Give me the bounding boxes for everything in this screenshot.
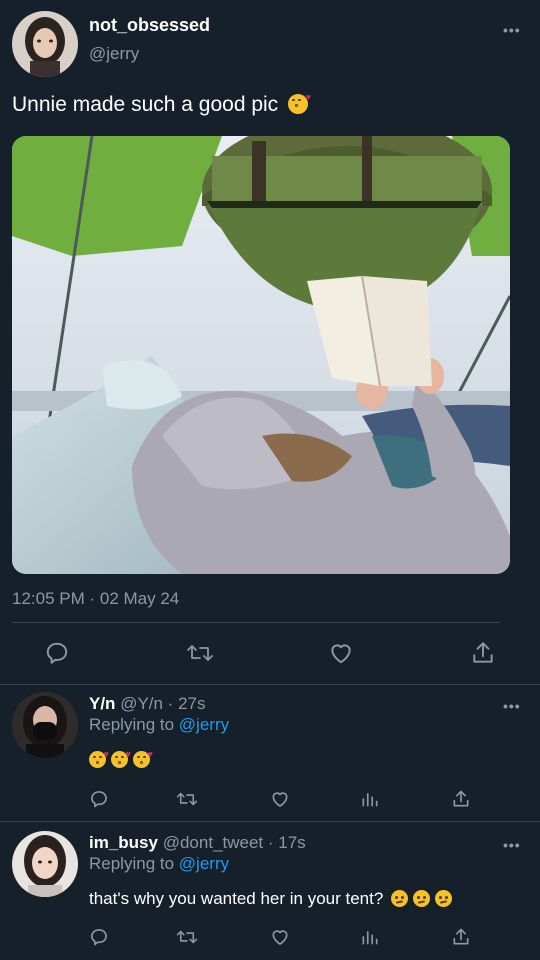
tweet-timestamp[interactable]: 12:05 PM · 02 May 24 <box>12 589 179 609</box>
retweet-icon[interactable] <box>176 789 198 809</box>
face-blowing-a-kiss-icon: ♥ <box>89 750 109 768</box>
confused-face-icon <box>413 890 431 907</box>
face-blowing-a-kiss-icon: ♥ <box>133 750 153 768</box>
reply-header: im_busy @dont_tweet · 17s <box>89 833 306 853</box>
more-options-icon[interactable]: ••• <box>503 698 521 714</box>
reply-icon[interactable] <box>89 789 109 809</box>
replying-to-handle[interactable]: @jerry <box>179 854 229 873</box>
share-icon[interactable] <box>451 789 471 809</box>
replying-to: Replying to @jerry <box>89 715 229 735</box>
tweet-text: Unnie made such a good pic <box>12 93 279 116</box>
author-handle[interactable]: @jerry <box>89 44 139 64</box>
replying-to: Replying to @jerry <box>89 854 229 874</box>
more-options-icon[interactable]: ••• <box>503 837 521 853</box>
author-display-name[interactable]: not_obsessed <box>89 15 210 36</box>
reply-icon[interactable] <box>89 927 109 947</box>
tweet-text-row: Unnie made such a good pic ♥ <box>12 93 313 117</box>
like-icon[interactable] <box>270 789 290 809</box>
retweet-icon[interactable] <box>176 927 198 947</box>
retweet-icon[interactable] <box>186 640 214 666</box>
reply-avatar[interactable] <box>12 692 78 758</box>
reply-avatar[interactable] <box>12 831 78 897</box>
face-blowing-a-kiss-icon: ♥ <box>288 93 311 114</box>
reply-emojis: ♥ ♥ ♥ <box>89 750 155 770</box>
analytics-icon[interactable] <box>360 927 380 947</box>
replying-to-label: Replying to <box>89 854 175 873</box>
confused-face-icon <box>391 890 409 907</box>
face-blowing-a-kiss-icon: ♥ <box>111 750 131 768</box>
like-icon[interactable] <box>328 640 354 666</box>
confused-face-icon <box>435 890 453 907</box>
reply-display-name[interactable]: Y/n <box>89 694 115 713</box>
replying-to-handle[interactable]: @jerry <box>179 715 229 734</box>
share-icon[interactable] <box>451 927 471 947</box>
author-avatar[interactable] <box>12 11 78 77</box>
like-icon[interactable] <box>270 927 290 947</box>
replying-to-label: Replying to <box>89 715 175 734</box>
more-options-icon[interactable]: ••• <box>503 22 521 38</box>
reply-text-row: that's why you wanted her in your tent? <box>89 889 457 909</box>
section-divider <box>0 821 540 822</box>
share-icon[interactable] <box>470 640 496 666</box>
reply-display-name[interactable]: im_busy <box>89 833 158 852</box>
section-divider <box>0 684 540 685</box>
reply-icon[interactable] <box>44 640 70 666</box>
reply-handle-time[interactable]: @dont_tweet · 17s <box>163 833 306 852</box>
reply-text: that's why you wanted her in your tent? <box>89 889 384 908</box>
tweet-photo[interactable] <box>12 136 510 574</box>
timestamp-divider <box>12 622 500 623</box>
analytics-icon[interactable] <box>360 789 380 809</box>
reply-handle-time[interactable]: @Y/n · 27s <box>120 694 205 713</box>
reply-header: Y/n @Y/n · 27s <box>89 694 205 714</box>
